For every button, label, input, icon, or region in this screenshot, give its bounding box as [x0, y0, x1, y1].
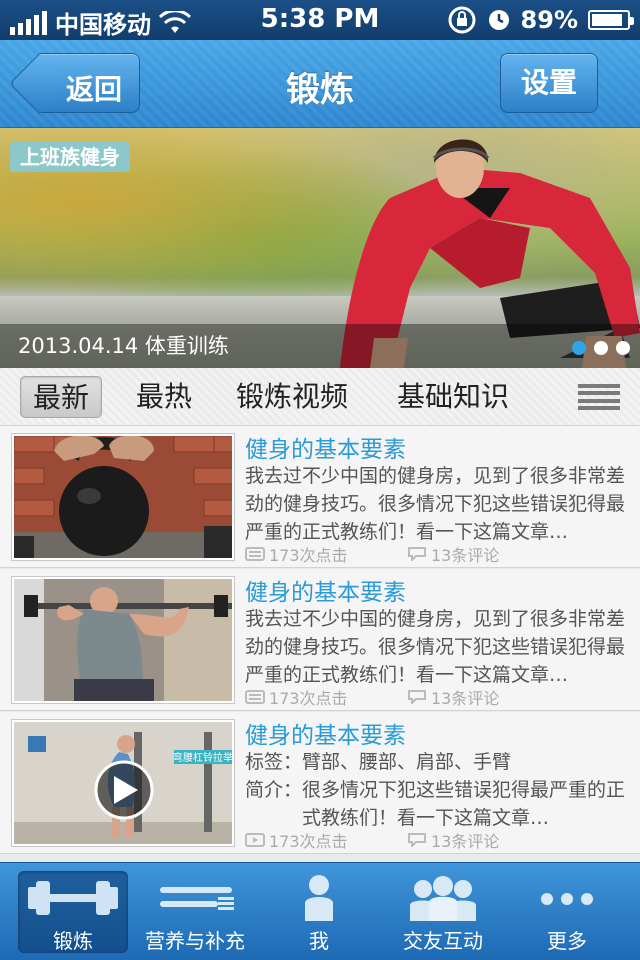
comment-count: 13条评论: [407, 828, 499, 852]
comment-icon: [408, 690, 426, 704]
squat-photo: [14, 579, 232, 701]
tags-label: 标签：: [245, 751, 303, 773]
hero-tag: 上班族健身: [10, 142, 130, 172]
hero-caption: 2013.04.14 体重训练: [0, 324, 640, 368]
tabbar-me[interactable]: 我: [264, 871, 374, 953]
intro-label: 简介：: [245, 779, 303, 801]
comment-count-text: 13条评论: [431, 546, 500, 565]
click-count-text: 173次点击: [269, 832, 348, 851]
settings-button[interactable]: 设置: [500, 53, 598, 113]
person-icon: [305, 875, 333, 921]
list-item[interactable]: 健身的基本要素 我去过不少中国的健身房，见到了很多非常差劲的健身技巧。很多情况下…: [0, 569, 640, 711]
tabbar-more-label: 更多: [547, 929, 587, 953]
article-tags: 标签：臂部、腰部、肩部、手臂: [245, 748, 511, 776]
list-item[interactable]: 弯腰杠铃拉举 健身的基本要素 标签：臂部、腰部、肩部、手臂 简介： 很多情况下犯…: [0, 712, 640, 854]
carousel-dot[interactable]: [572, 341, 586, 355]
article-summary: 我去过不少中国的健身房，见到了很多非常差劲的健身技巧。很多情况下犯这些错误犯得最…: [245, 608, 626, 686]
tabbar-social-label: 交友互动: [403, 929, 483, 953]
tab-basic-knowledge[interactable]: 基础知识: [397, 376, 509, 418]
tab-hottest[interactable]: 最热: [136, 376, 192, 418]
tab-menu-icon[interactable]: [578, 384, 620, 410]
status-right: 89%: [447, 5, 634, 35]
click-count-text: 173次点击: [269, 689, 348, 708]
tabbar-more[interactable]: 更多: [512, 871, 622, 953]
tabbar-workout[interactable]: 锻炼: [18, 871, 128, 953]
status-bar: 中国移动 5:38 PM 89%: [0, 0, 640, 40]
article-list: 健身的基本要素 我去过不少中国的健身房，见到了很多非常差劲的健身技巧。很多情况下…: [0, 426, 640, 862]
comment-count-text: 13条评论: [431, 832, 500, 851]
battery-percent: 89%: [520, 6, 578, 34]
video-clicks-icon: [245, 833, 265, 847]
intro-value: 很多情况下犯这些错误犯得最严重的正式教练们！看一下这篇文章…: [302, 779, 626, 829]
kettlebell-thumbnail: [12, 434, 234, 560]
tabbar-workout-label: 锻炼: [53, 929, 93, 953]
knife-fork-icon: [160, 887, 234, 910]
kettlebell-photo: [14, 436, 232, 558]
article-title: 健身的基本要素: [245, 437, 406, 463]
article-summary: 我去过不少中国的健身房，见到了很多非常差劲的健身技巧。很多情况下犯这些错误犯得最…: [245, 465, 626, 543]
group-icon: [410, 876, 476, 921]
carousel-dot[interactable]: [594, 341, 608, 355]
battery-fill: [592, 14, 623, 26]
article-title: 健身的基本要素: [245, 723, 406, 749]
tabbar-social[interactable]: 交友互动: [388, 871, 498, 953]
category-tabs: 最新 最热 锻炼视频 基础知识: [0, 368, 640, 426]
list-item[interactable]: 健身的基本要素 我去过不少中国的健身房，见到了很多非常差劲的健身技巧。很多情况下…: [0, 426, 640, 568]
alarm-clock-icon: [488, 10, 509, 30]
comment-icon: [408, 547, 426, 561]
video-thumbnail[interactable]: 弯腰杠铃拉举: [12, 720, 234, 846]
navigation-bar: 返回 锻炼 设置: [0, 40, 640, 128]
article-intro: 简介： 很多情况下犯这些错误犯得最严重的正式教练们！看一下这篇文章…: [245, 776, 630, 832]
hero-banner[interactable]: 上班族健身 2013.04.14 体重训练: [0, 128, 640, 368]
comment-count: 13条评论: [407, 542, 499, 566]
comment-count: 13条评论: [407, 685, 499, 709]
comment-icon: [408, 833, 426, 847]
clicks-icon: [245, 547, 265, 561]
tabbar-nutrition-label: 营养与补充: [145, 929, 245, 953]
dumbbell-icon: [28, 881, 118, 915]
hero-caption-text: 2013.04.14 体重训练: [18, 334, 229, 358]
click-count-text: 173次点击: [269, 546, 348, 565]
more-dots-icon: [541, 893, 593, 905]
tags-value: 臂部、腰部、肩部、手臂: [302, 751, 512, 773]
click-count: 173次点击: [245, 685, 348, 709]
click-count: 173次点击: [245, 542, 348, 566]
carousel-dot[interactable]: [616, 341, 630, 355]
tabbar-me-label: 我: [309, 929, 329, 953]
rotation-lock-icon: [448, 6, 476, 34]
video-play-photo: 弯腰杠铃拉举: [14, 722, 233, 844]
battery-icon: [588, 10, 634, 30]
click-count: 173次点击: [245, 828, 348, 852]
bottom-tab-bar: 锻炼 营养与补充 我 交友互动 更多: [0, 862, 640, 960]
tabbar-nutrition[interactable]: 营养与补充: [140, 871, 250, 953]
carousel-dots[interactable]: [572, 341, 630, 355]
squat-thumbnail: [12, 577, 234, 703]
tab-workout-videos[interactable]: 锻炼视频: [236, 376, 348, 418]
video-badge: 弯腰杠铃拉举: [173, 751, 233, 764]
clicks-icon: [245, 690, 265, 704]
article-title: 健身的基本要素: [245, 580, 406, 606]
comment-count-text: 13条评论: [431, 689, 500, 708]
tab-latest[interactable]: 最新: [20, 376, 103, 418]
app-screen: 中国移动 5:38 PM 89% 返回 锻炼 设置 上班族健身 2013.04.…: [0, 0, 640, 960]
